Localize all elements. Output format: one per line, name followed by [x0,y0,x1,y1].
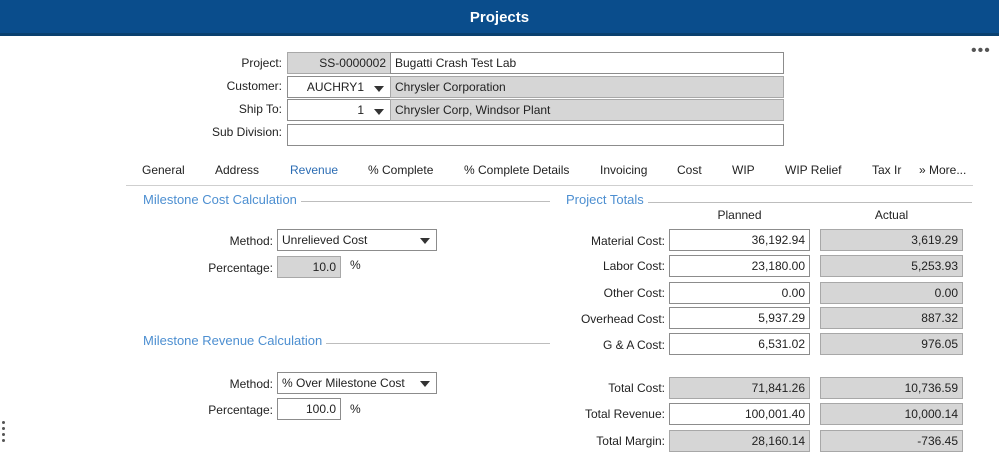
ga-cost-planned-field[interactable]: 6,531.02 [669,333,810,355]
milestone-cost-title: Milestone Cost Calculation [143,192,301,207]
material-cost-label: Material Cost: [590,234,665,248]
ga-cost-label: G & A Cost: [602,338,665,352]
tab-tax[interactable]: Tax Ir [872,163,902,177]
title-bar: Projects [0,0,999,36]
actual-column-header: Actual [874,208,909,222]
caret-down-icon[interactable] [374,109,384,115]
other-cost-planned-field[interactable]: 0.00 [669,282,810,304]
tab-revenue[interactable]: Revenue [290,163,338,177]
tab-address[interactable]: Address [215,163,259,177]
overhead-cost-label: Overhead Cost: [580,312,665,326]
tab-wip-relief[interactable]: WIP Relief [785,163,841,177]
tab-percent-complete-details[interactable]: % Complete Details [464,163,569,177]
caret-down-icon[interactable] [420,381,430,387]
total-revenue-label: Total Revenue: [584,407,665,421]
total-cost-label: Total Cost: [608,381,665,395]
labor-cost-planned-field[interactable]: 23,180.00 [669,255,810,277]
cost-percent-sign: % [350,258,361,272]
caret-down-icon[interactable] [374,86,384,92]
total-margin-actual-field: -736.45 [820,430,963,452]
planned-column-header: Planned [717,208,762,222]
shipto-label: Ship To: [238,102,282,116]
revenue-method-label: Method: [229,377,273,391]
labor-cost-label: Labor Cost: [602,259,665,273]
revenue-percent-sign: % [350,402,361,416]
other-cost-actual-field: 0.00 [820,282,963,304]
cost-method-select[interactable]: Unrelieved Cost [277,229,437,251]
tab-bar: General Address Revenue % Complete % Com… [126,158,973,186]
page-title: Projects [469,9,530,26]
total-margin-planned-field: 28,160.14 [669,430,810,452]
shipto-name-field: Chrysler Corp, Windsor Plant [390,99,784,121]
project-label: Project: [241,56,282,70]
material-cost-planned-field[interactable]: 36,192.94 [669,229,810,251]
tab-invoicing[interactable]: Invoicing [600,163,647,177]
overhead-cost-actual-field: 887.32 [820,307,963,329]
project-id-field: SS-0000002 [287,52,391,74]
cost-method-label: Method: [229,234,273,248]
caret-down-icon[interactable] [420,238,430,244]
cost-percentage-label: Percentage: [208,261,273,275]
subdivision-label: Sub Division: [211,125,282,139]
total-margin-label: Total Margin: [596,434,665,448]
cost-percentage-field: 10.0 [277,256,341,278]
tab-wip[interactable]: WIP [732,163,755,177]
labor-cost-actual-field: 5,253.93 [820,255,963,277]
project-name-field[interactable]: Bugatti Crash Test Lab [390,52,784,74]
tab-cost[interactable]: Cost [677,163,702,177]
subdivision-field[interactable] [287,124,784,146]
more-vertical-icon[interactable] [2,421,8,445]
milestone-revenue-title: Milestone Revenue Calculation [143,333,327,348]
tab-more[interactable]: » More... [919,163,966,177]
other-cost-label: Other Cost: [603,286,665,300]
total-cost-actual-field: 10,736.59 [820,377,963,399]
overhead-cost-planned-field[interactable]: 5,937.29 [669,307,810,329]
project-totals-title: Project Totals [566,192,648,207]
material-cost-actual-field: 3,619.29 [820,229,963,251]
tab-percent-complete[interactable]: % Complete [368,163,433,177]
total-cost-planned-field: 71,841.26 [669,377,810,399]
ga-cost-actual-field: 976.05 [820,333,963,355]
revenue-method-select[interactable]: % Over Milestone Cost [277,372,437,394]
more-horizontal-icon[interactable]: ••• [971,43,991,59]
customer-name-field: Chrysler Corporation [390,76,784,98]
total-revenue-planned-field[interactable]: 100,001.40 [669,403,810,425]
customer-label: Customer: [226,79,282,93]
revenue-percentage-label: Percentage: [208,403,273,417]
total-revenue-actual-field: 10,000.14 [820,403,963,425]
revenue-percentage-field[interactable]: 100.0 [277,398,341,420]
tab-general[interactable]: General [142,163,185,177]
